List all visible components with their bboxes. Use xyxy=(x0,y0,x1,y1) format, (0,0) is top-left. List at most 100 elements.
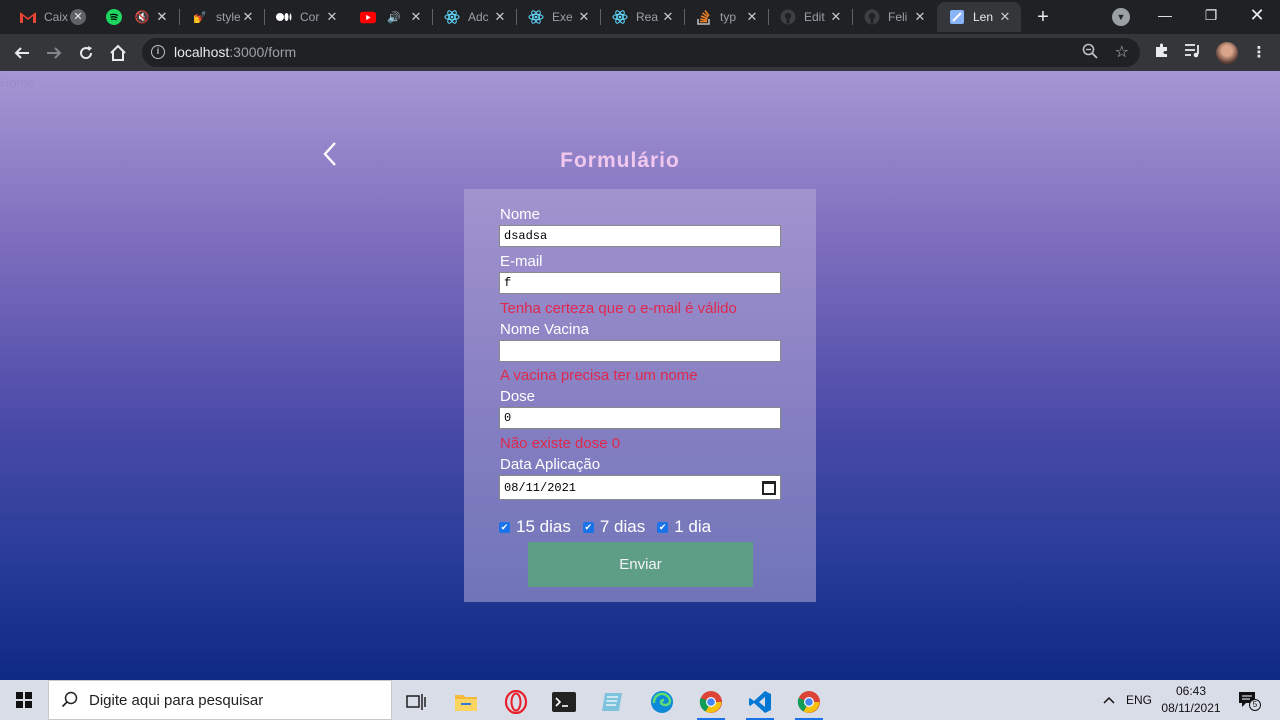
tab-gmail[interactable]: Caix ✕ xyxy=(8,2,94,32)
checkbox-checked-icon[interactable]: ✔ xyxy=(657,521,669,533)
dose-label: Dose xyxy=(500,388,536,405)
checkbox-checked-icon[interactable]: ✔ xyxy=(582,521,594,533)
checkbox-7-dias[interactable]: ✔ 7 dias xyxy=(582,517,645,537)
github-icon xyxy=(780,9,796,25)
tray-overflow-icon[interactable] xyxy=(1100,680,1118,720)
edge-app[interactable] xyxy=(642,684,682,720)
page-icon xyxy=(949,9,965,25)
url-host: localhost xyxy=(174,44,230,60)
calendar-icon[interactable] xyxy=(762,480,776,495)
forward-button[interactable] xyxy=(40,39,68,67)
tab-active-page[interactable]: Len ✕ xyxy=(937,2,1021,32)
language-indicator[interactable]: ENG xyxy=(1126,680,1152,720)
dose-input[interactable]: 0 xyxy=(499,407,781,429)
react-icon xyxy=(528,9,544,25)
profile-avatar[interactable] xyxy=(1216,42,1238,64)
tab-react-2[interactable]: Exe ✕ xyxy=(516,2,600,32)
tab-search-icon[interactable]: ▼ xyxy=(1112,8,1130,26)
close-tab-icon[interactable]: ✕ xyxy=(70,9,86,25)
vscode-app[interactable] xyxy=(740,684,780,720)
dose-error: Não existe dose 0 xyxy=(500,435,621,452)
home-button[interactable] xyxy=(104,39,132,67)
tab-title: Len xyxy=(973,10,994,24)
tab-title: Feli xyxy=(888,10,908,24)
windows-taskbar: Digite aqui para pesquisar ENG 06:43 08/… xyxy=(0,680,1280,720)
edge-icon xyxy=(651,691,673,713)
tab-title: style xyxy=(216,10,240,24)
vscode-icon xyxy=(749,691,771,713)
reload-button[interactable] xyxy=(72,39,100,67)
tab-title: Edit xyxy=(804,10,825,24)
extensions-icon[interactable] xyxy=(1151,42,1173,64)
close-tab-icon[interactable]: ✕ xyxy=(324,9,340,25)
page-title: Formulário xyxy=(560,149,680,172)
media-control-icon[interactable] xyxy=(1182,42,1204,64)
search-placeholder: Digite aqui para pesquisar xyxy=(89,692,264,709)
minimize-button[interactable]: — xyxy=(1142,0,1188,32)
chrome-app-2[interactable] xyxy=(789,684,829,720)
notification-center-icon[interactable]: 5 xyxy=(1238,690,1261,711)
medium-icon xyxy=(276,9,292,25)
chrome-icon xyxy=(797,691,820,713)
tab-github-1[interactable]: Edit ✕ xyxy=(768,2,852,32)
tab-github-2[interactable]: Feli ✕ xyxy=(852,2,936,32)
checkbox-checked-icon[interactable]: ✔ xyxy=(499,521,510,533)
tab-youtube[interactable]: 🔊 ✕ xyxy=(348,2,432,32)
address-bar[interactable]: i localhost:3000/form ☆ xyxy=(142,38,1140,67)
nome-input[interactable]: dsadsa xyxy=(499,225,781,247)
restore-button[interactable]: ❐ xyxy=(1188,0,1234,32)
task-view-button[interactable] xyxy=(396,684,436,720)
speaker-icon: 🔊 xyxy=(387,11,401,24)
email-error: Tenha certeza que o e-mail é válido xyxy=(500,300,737,317)
submit-button[interactable]: Enviar xyxy=(528,542,753,587)
close-window-button[interactable]: ✕ xyxy=(1234,0,1280,32)
checkbox-1-dia[interactable]: ✔ 1 dia xyxy=(657,517,711,537)
close-tab-icon[interactable]: ✕ xyxy=(828,9,844,25)
home-link[interactable]: Home xyxy=(0,75,35,90)
taskbar-clock[interactable]: 06:43 08/11/2021 xyxy=(1158,683,1224,717)
date-input[interactable]: 08/11/2021 xyxy=(499,475,781,500)
styled-components-icon: 💅 xyxy=(193,11,207,24)
vacina-input[interactable] xyxy=(499,340,781,362)
terminal-icon xyxy=(552,692,576,712)
reminder-checkboxes: ✔ 15 dias ✔ 7 dias ✔ 1 dia xyxy=(499,517,723,537)
zoom-icon[interactable] xyxy=(1082,43,1098,62)
react-icon xyxy=(612,9,628,25)
close-tab-icon[interactable]: ✕ xyxy=(912,9,928,25)
tab-styled[interactable]: 💅 style ✕ xyxy=(180,2,264,32)
close-tab-icon[interactable]: ✕ xyxy=(660,9,676,25)
checkbox-label: 1 dia xyxy=(674,517,712,536)
chrome-app[interactable] xyxy=(691,684,731,720)
start-button[interactable] xyxy=(0,680,48,720)
close-tab-icon[interactable]: ✕ xyxy=(997,9,1013,25)
back-button[interactable] xyxy=(8,39,36,67)
url-path: :3000/form xyxy=(229,44,297,60)
new-tab-button[interactable]: + xyxy=(1032,6,1054,28)
close-tab-icon[interactable]: ✕ xyxy=(576,9,592,25)
muted-speaker-icon: 🔇 xyxy=(134,10,150,24)
tab-medium[interactable]: Cor ✕ xyxy=(264,2,348,32)
tab-stackoverflow[interactable]: typ ✕ xyxy=(684,2,768,32)
taskbar-search[interactable]: Digite aqui para pesquisar xyxy=(48,680,392,720)
task-view-icon xyxy=(406,694,426,710)
tab-react-3[interactable]: Rea ✕ xyxy=(600,2,684,32)
file-explorer-app[interactable] xyxy=(446,684,486,720)
close-tab-icon[interactable]: ✕ xyxy=(240,9,256,25)
close-tab-icon[interactable]: ✕ xyxy=(744,9,760,25)
tab-muted-audio[interactable]: 🔇 ✕ xyxy=(124,2,178,32)
email-input[interactable]: f xyxy=(499,272,781,294)
opera-app[interactable] xyxy=(496,684,536,720)
close-tab-icon[interactable]: ✕ xyxy=(492,9,508,25)
github-icon xyxy=(864,9,880,25)
terminal-app[interactable] xyxy=(544,684,584,720)
clock-time: 06:43 xyxy=(1175,684,1207,698)
checkbox-15-dias[interactable]: ✔ 15 dias xyxy=(499,517,571,537)
editor-app[interactable] xyxy=(592,684,632,720)
close-tab-icon[interactable]: ✕ xyxy=(154,9,170,25)
site-info-icon[interactable]: i xyxy=(151,45,165,59)
more-menu-icon[interactable]: ⋮ xyxy=(1248,42,1270,64)
bookmark-star-icon[interactable]: ☆ xyxy=(1115,42,1129,62)
tab-react-1[interactable]: Adc ✕ xyxy=(432,2,516,32)
nome-label: Nome xyxy=(500,206,541,223)
close-tab-icon[interactable]: ✕ xyxy=(408,9,424,25)
